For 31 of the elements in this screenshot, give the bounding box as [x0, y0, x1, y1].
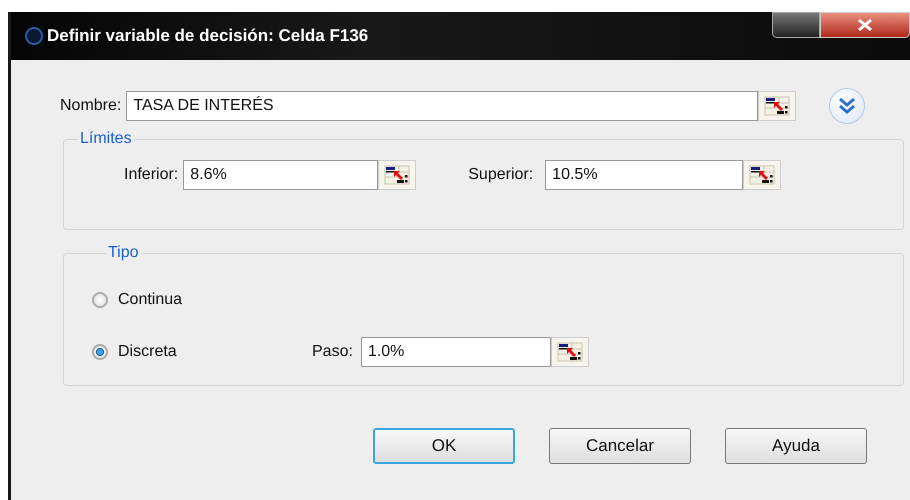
- lower-bound-field[interactable]: 8.6%: [183, 160, 378, 190]
- cell-picker-button[interactable]: [550, 337, 589, 367]
- upper-bound-field[interactable]: 10.5%: [545, 160, 744, 190]
- name-field[interactable]: TASA DE INTERÉS: [126, 91, 758, 121]
- radio-option[interactable]: Discreta: [92, 343, 312, 361]
- window-title: Definir variable de decisión: Celda F136: [47, 26, 368, 46]
- radio-button[interactable]: [92, 344, 108, 360]
- cell-picker-button[interactable]: [758, 91, 796, 121]
- radio-button[interactable]: [92, 292, 108, 308]
- field-label: Superior:: [468, 166, 534, 184]
- dialog-button[interactable]: Ayuda: [725, 428, 867, 464]
- expand-button[interactable]: [829, 88, 866, 124]
- app-icon: [25, 27, 43, 45]
- cell-reference-icon: [384, 165, 410, 185]
- cell-reference-icon: [749, 165, 776, 185]
- cell-picker-button[interactable]: [378, 160, 416, 190]
- step-field[interactable]: 1.0%: [360, 337, 551, 367]
- dialog-button[interactable]: OK: [373, 428, 515, 464]
- minimize-button[interactable]: [772, 12, 820, 38]
- cell-reference-icon: [764, 96, 790, 116]
- close-icon: [857, 19, 873, 31]
- dialog-button[interactable]: Cancelar: [549, 428, 691, 464]
- group-title: Tipo: [107, 244, 140, 262]
- close-button[interactable]: [820, 12, 910, 38]
- group-title: Límites: [79, 130, 133, 148]
- cell-picker-button[interactable]: [743, 160, 782, 190]
- cell-reference-icon: [556, 342, 583, 362]
- field-label: Paso:: [312, 343, 353, 361]
- field-label: Inferior:: [124, 166, 178, 184]
- field-label: Nombre:: [60, 97, 122, 115]
- radio-option[interactable]: Continua: [92, 291, 312, 309]
